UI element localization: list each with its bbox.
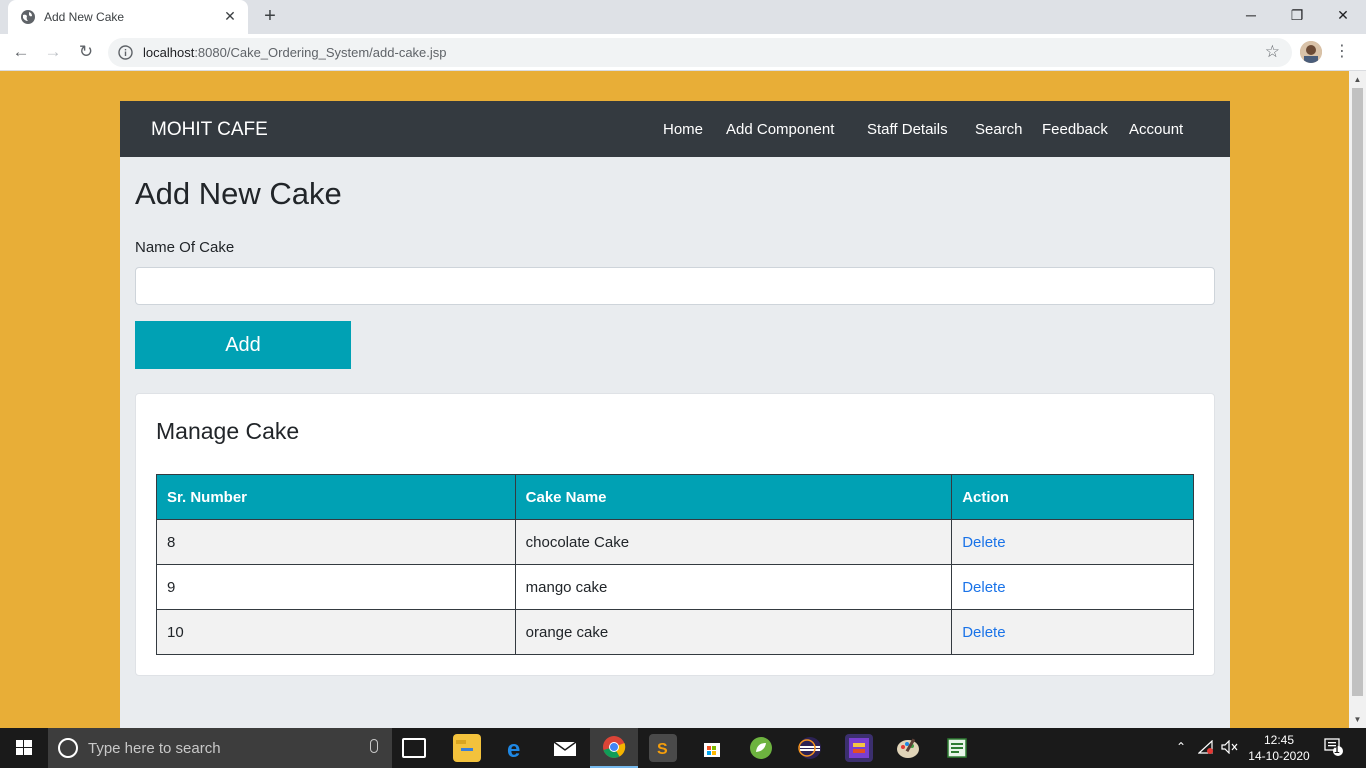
- kebab-menu-icon[interactable]: ⋮: [1334, 40, 1350, 64]
- network-icon[interactable]: [1197, 739, 1214, 757]
- chrome-icon: [603, 736, 626, 758]
- address-bar[interactable]: localhost:8080/Cake_Ordering_System/add-…: [108, 38, 1292, 67]
- clock-date: 14-10-2020: [1248, 749, 1310, 763]
- spring-tool-suite-icon[interactable]: [747, 734, 775, 762]
- system-clock[interactable]: 12:45 14-10-2020: [1248, 732, 1310, 764]
- action-cell: Delete: [951, 519, 1194, 565]
- cortana-icon: [58, 738, 78, 758]
- edge-browser-icon[interactable]: e: [502, 734, 530, 763]
- paint-icon[interactable]: [894, 734, 922, 762]
- url-text: localhost:8080/Cake_Ordering_System/add-…: [143, 45, 447, 60]
- site-navbar: MOHIT CAFE Home Add Component Staff Deta…: [120, 101, 1230, 157]
- nav-link-home[interactable]: Home: [663, 121, 703, 138]
- mail-icon[interactable]: [551, 734, 579, 762]
- page-container: MOHIT CAFE Home Add Component Staff Deta…: [120, 101, 1230, 728]
- eclipse-icon[interactable]: [796, 734, 824, 762]
- chrome-taskbar-active[interactable]: [590, 728, 638, 768]
- back-arrow-icon[interactable]: ←: [9, 40, 33, 64]
- column-header-action: Action: [951, 474, 1194, 520]
- delete-link[interactable]: Delete: [962, 624, 1005, 641]
- page-scrollbar[interactable]: ▲ ▼: [1349, 71, 1366, 728]
- windows-logo-icon: [16, 740, 32, 755]
- globe-icon: [20, 9, 36, 25]
- browser-toolbar: ← → ↻ localhost:8080/Cake_Ordering_Syste…: [0, 34, 1366, 71]
- nav-link-staff-details[interactable]: Staff Details: [867, 121, 948, 138]
- restore-icon[interactable]: ❐: [1274, 0, 1320, 30]
- column-header-sr-number: Sr. Number: [156, 474, 516, 520]
- nav-link-account[interactable]: Account: [1129, 121, 1183, 138]
- taskbar-search-box[interactable]: Type here to search: [48, 728, 392, 768]
- action-cell: Delete: [951, 609, 1194, 655]
- windows-taskbar: Type here to search e S ⌃ 12:45 14-10-20…: [0, 728, 1366, 768]
- table-header-row: Sr. Number Cake Name Action: [156, 474, 1194, 520]
- scroll-up-icon[interactable]: ▲: [1349, 71, 1366, 88]
- file-explorer-icon[interactable]: [453, 734, 481, 762]
- table-row: 10 orange cake Delete: [156, 609, 1194, 655]
- info-icon[interactable]: [118, 45, 133, 60]
- chevron-up-icon[interactable]: ⌃: [1176, 740, 1186, 754]
- browser-tab[interactable]: Add New Cake ✕: [8, 0, 248, 34]
- sr-number-cell: 10: [156, 609, 516, 655]
- cake-name-input[interactable]: [135, 267, 1215, 305]
- delete-link[interactable]: Delete: [962, 579, 1005, 596]
- brand-logo[interactable]: MOHIT CAFE: [151, 119, 268, 141]
- scrollbar-thumb[interactable]: [1352, 88, 1363, 696]
- close-tab-icon[interactable]: ✕: [222, 8, 238, 24]
- forward-arrow-icon[interactable]: →: [41, 40, 65, 64]
- window-close-icon[interactable]: ✕: [1320, 0, 1366, 30]
- url-host: localhost: [143, 45, 195, 60]
- microphone-icon[interactable]: [370, 739, 378, 753]
- cake-name-label: Name Of Cake: [135, 239, 235, 256]
- nav-link-search[interactable]: Search: [975, 121, 1023, 138]
- microsoft-store-icon[interactable]: [698, 734, 726, 762]
- manage-cake-card: Manage Cake Sr. Number Cake Name Action …: [135, 393, 1215, 676]
- svg-text:e: e: [507, 736, 520, 762]
- volume-muted-icon[interactable]: [1221, 739, 1239, 757]
- cake-name-cell: orange cake: [514, 609, 953, 655]
- task-view-icon[interactable]: [402, 738, 426, 758]
- new-tab-button[interactable]: +: [260, 6, 280, 26]
- table-row: 9 mango cake Delete: [156, 564, 1194, 610]
- browser-tab-title: Add New Cake: [44, 10, 125, 24]
- reload-icon[interactable]: ↻: [74, 40, 98, 64]
- delete-link[interactable]: Delete: [962, 534, 1005, 551]
- cake-table: Sr. Number Cake Name Action 8 chocolate …: [156, 474, 1194, 655]
- add-button[interactable]: Add: [135, 321, 351, 369]
- sr-number-cell: 9: [156, 564, 516, 610]
- notification-count-badge: 1: [1334, 745, 1340, 756]
- bookmark-star-icon[interactable]: ☆: [1265, 42, 1280, 62]
- cake-name-cell: chocolate Cake: [514, 519, 953, 565]
- notepad-app-icon[interactable]: [943, 734, 971, 762]
- cake-name-cell: mango cake: [514, 564, 953, 610]
- scroll-down-icon[interactable]: ▼: [1349, 711, 1366, 728]
- table-row: 8 chocolate Cake Delete: [156, 519, 1194, 565]
- page-title: Add New Cake: [135, 176, 342, 211]
- svg-text:S: S: [657, 741, 668, 758]
- nav-link-feedback[interactable]: Feedback: [1042, 121, 1108, 138]
- nav-link-add-component[interactable]: Add Component: [726, 121, 834, 138]
- manage-cake-title: Manage Cake: [156, 418, 300, 444]
- ide-app-icon[interactable]: [845, 734, 873, 762]
- profile-avatar[interactable]: [1300, 41, 1322, 63]
- action-cell: Delete: [951, 564, 1194, 610]
- search-placeholder: Type here to search: [88, 740, 221, 757]
- browser-tab-strip: Add New Cake ✕ + ─ ❐ ✕: [0, 0, 1366, 34]
- url-path: :8080/Cake_Ordering_System/add-cake.jsp: [194, 45, 447, 60]
- start-button[interactable]: [0, 728, 48, 768]
- sr-number-cell: 8: [156, 519, 516, 565]
- clock-time: 12:45: [1263, 733, 1295, 747]
- column-header-cake-name: Cake Name: [514, 474, 953, 520]
- sublime-text-icon[interactable]: S: [649, 734, 677, 762]
- minimize-icon[interactable]: ─: [1228, 0, 1274, 30]
